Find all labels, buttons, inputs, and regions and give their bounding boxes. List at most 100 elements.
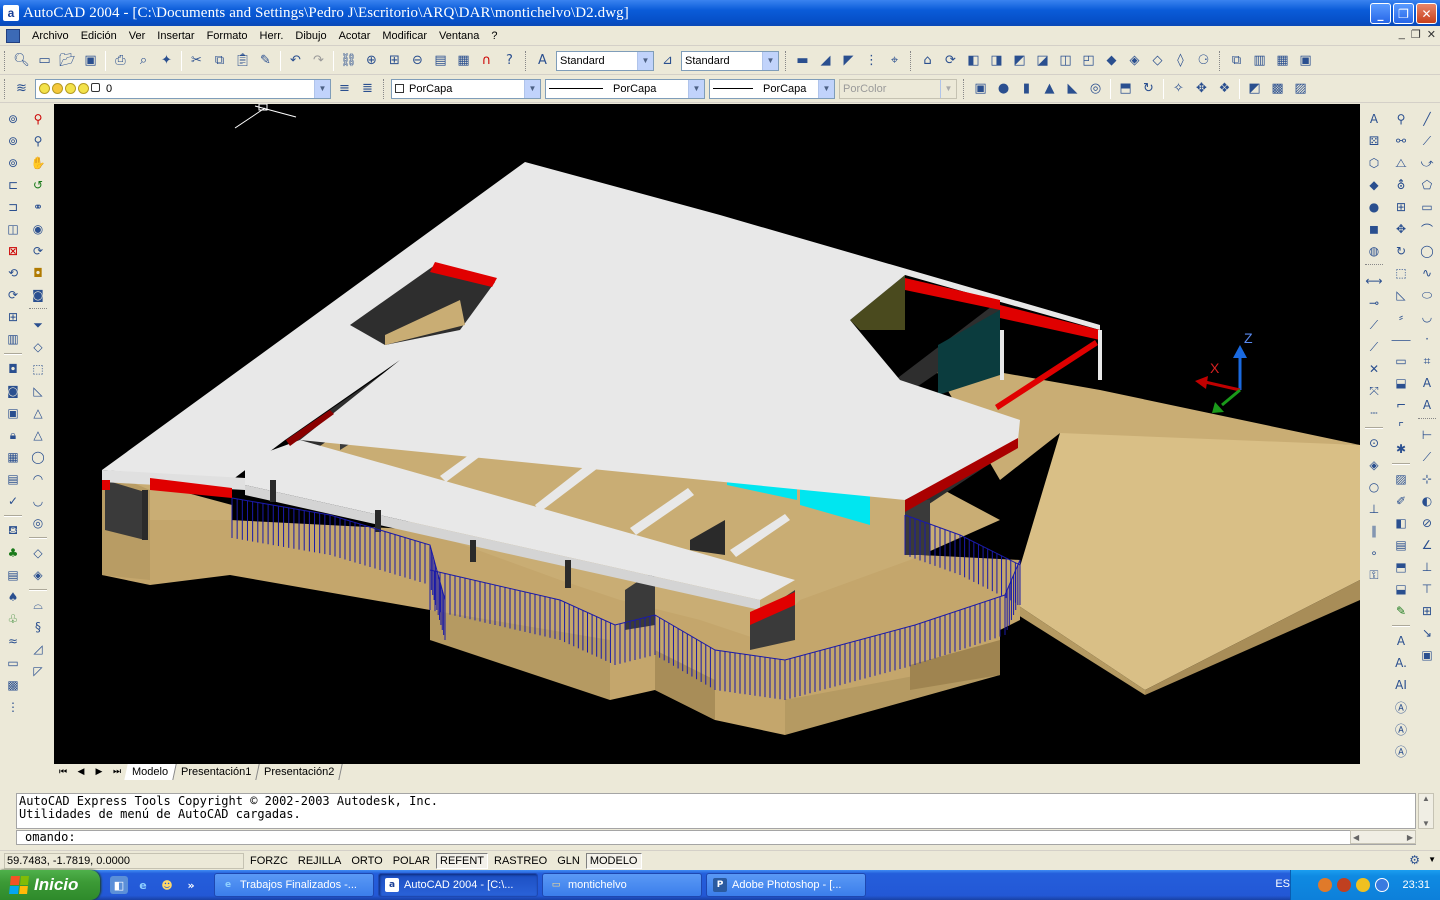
join-icon[interactable]: ⬓ [1390, 373, 1412, 394]
make-current-layer-icon[interactable]: ≡ [334, 78, 356, 100]
fillet-icon[interactable]: ⌜ [1390, 417, 1412, 438]
toggle-gln[interactable]: GLN [553, 853, 584, 869]
chevron-down-icon[interactable]: ▼ [762, 51, 778, 70]
toolbar-grip[interactable] [1219, 50, 1222, 71]
redo-icon[interactable]: ↷ [308, 50, 330, 72]
xline-icon[interactable]: ⊸ [1363, 293, 1385, 314]
toolbar-grip[interactable] [383, 78, 386, 99]
match-properties-icon[interactable]: ✎ [255, 50, 277, 72]
polygon-icon[interactable]: ⬠ [1416, 175, 1438, 196]
dim-baseline-icon[interactable]: ⊤ [1416, 579, 1438, 600]
properties-icon[interactable]: ▤ [430, 50, 452, 72]
arrange-icon[interactable]: ▦ [1272, 50, 1294, 72]
linetype-select[interactable]: PorCapa ▼ [545, 78, 705, 99]
nearest-snap-icon[interactable]: ⚿ [1363, 565, 1385, 586]
dimension-ordinate-icon[interactable]: ⋮ [861, 50, 883, 72]
ucs-z-icon[interactable]: ⊞ [2, 307, 24, 328]
restore-button[interactable]: ❐ [1393, 3, 1414, 24]
scene-icon[interactable]: ▤ [2, 565, 24, 586]
ellipse-icon[interactable]: ⬭ [1416, 285, 1438, 306]
minimize-button[interactable]: _ [1370, 3, 1391, 24]
slice-icon[interactable]: ✓ [2, 491, 24, 512]
zoom-realtime-icon[interactable]: ⊕ [361, 50, 383, 72]
perpendicular-icon[interactable]: ⤧ [1363, 381, 1385, 402]
erase-icon[interactable]: ⚲ [1390, 109, 1412, 130]
dim-diameter-icon[interactable]: ⊘ [1416, 513, 1438, 534]
sphere-wire-icon[interactable]: ◯ [27, 447, 49, 468]
gradient-icon[interactable]: ✐ [1390, 491, 1412, 512]
plot-icon[interactable]: ⎙ [110, 50, 132, 72]
make-block-icon[interactable]: ⌗ [1416, 351, 1438, 372]
task-autocad[interactable]: a AutoCAD 2004 - [C:\... [378, 873, 538, 897]
trim-icon[interactable]: ⸗ [1390, 307, 1412, 328]
tile-icon[interactable]: ▥ [1249, 50, 1271, 72]
right-view-icon[interactable]: ◪ [1032, 50, 1054, 72]
toggle-rejilla[interactable]: REJILLA [294, 853, 345, 869]
cone-wire-icon[interactable]: △ [27, 425, 49, 446]
chevron-down-icon[interactable]: ▼ [314, 79, 330, 98]
find-text-icon[interactable]: Ⓐ [1390, 697, 1412, 718]
sw-iso-icon[interactable]: ◆ [1101, 50, 1123, 72]
zoom-3d-icon[interactable]: ⚲ [27, 131, 49, 152]
text-style-select[interactable]: Standard ▼ [556, 50, 654, 71]
ucs-y-icon[interactable]: ⟳ [2, 285, 24, 306]
back-view-icon[interactable]: ◰ [1078, 50, 1100, 72]
rulesurf-icon[interactable]: ◿ [27, 639, 49, 660]
extend-icon[interactable]: ⸺ [1390, 329, 1412, 350]
circle-snap-icon[interactable]: ⊙ [1363, 433, 1385, 454]
command-scrollbar[interactable]: ▲ ▼ [1418, 793, 1434, 829]
toolbar-grip[interactable] [525, 50, 528, 71]
command-input[interactable]: omando: [16, 830, 1416, 845]
toggle-modelo[interactable]: MODELO [585, 852, 642, 869]
toggle-rastreo[interactable]: RASTREO [490, 853, 551, 869]
nw-iso-icon[interactable]: ◊ [1170, 50, 1192, 72]
dish-icon[interactable]: ◡ [27, 491, 49, 512]
text-style-icon-2[interactable]: Ⓐ [1390, 719, 1412, 740]
image-icon[interactable]: ▩ [2, 675, 24, 696]
plot-preview-icon[interactable]: ⌕ [133, 50, 155, 72]
orbit-icon[interactable]: ⟳ [940, 50, 962, 72]
box-wire-icon[interactable]: ⬚ [27, 359, 49, 380]
dim-style-select[interactable]: Standard ▼ [681, 50, 779, 71]
toolbar-grip[interactable] [4, 50, 7, 71]
cylinder-icon[interactable]: ▮ [1016, 78, 1038, 100]
tray-expand-icon[interactable] [1318, 878, 1333, 892]
box-icon[interactable]: ▣ [970, 78, 992, 100]
parallel-snap-icon[interactable]: ∥ [1363, 521, 1385, 542]
pencil-icon[interactable]: ✎ [1390, 601, 1412, 622]
torus-icon[interactable]: ◎ [1085, 78, 1107, 100]
quick-dim-icon[interactable]: ⊥ [1416, 557, 1438, 578]
render-icon[interactable]: ◩ [1244, 78, 1266, 100]
funnel-icon[interactable]: ⏷ [27, 315, 49, 336]
tray-messenger-icon[interactable] [1356, 878, 1371, 892]
break-icon[interactable]: ▭ [1390, 351, 1412, 372]
background-icon[interactable]: ▭ [2, 653, 24, 674]
menu-edicion[interactable]: Edición [75, 30, 123, 42]
cone-icon[interactable]: ▲ [1039, 78, 1061, 100]
lock-icon[interactable]: 🔒︎ [2, 425, 24, 446]
messenger-icon[interactable]: ☻ [158, 876, 176, 894]
ucs-3point-icon[interactable]: ⊠ [2, 241, 24, 262]
se-iso-icon[interactable]: ◈ [1124, 50, 1146, 72]
chevron-down-icon[interactable]: ▼ [818, 79, 834, 98]
copy-object-icon[interactable]: ⚯ [1390, 131, 1412, 152]
statistics-icon[interactable]: ⋮ [2, 697, 24, 718]
design-center-icon[interactable]: ▦ [453, 50, 475, 72]
move-icon[interactable]: ✥ [1390, 219, 1412, 240]
tab-modelo[interactable]: Modelo [124, 764, 177, 780]
construction-icon[interactable]: ⟋ [1363, 337, 1385, 358]
ucs-world-icon[interactable]: ⊚ [2, 109, 24, 130]
zoom-previous-icon[interactable]: ⊖ [407, 50, 429, 72]
ucs-named-icon[interactable]: ◘ [2, 359, 24, 380]
front-view-icon[interactable]: ◫ [1055, 50, 1077, 72]
menu-ventana[interactable]: Ventana [433, 30, 485, 42]
close-button[interactable]: ✕ [1416, 3, 1437, 24]
dim-style-icon[interactable]: ⊿ [657, 50, 679, 72]
render-box-icon[interactable]: ◙ [27, 285, 49, 306]
mdi-minimize-button[interactable]: _ [1399, 28, 1405, 41]
layer-select[interactable]: 0 ▼ [35, 78, 331, 99]
multiline-text-icon[interactable]: A [1390, 631, 1412, 652]
status-menu-icon[interactable]: ▼ [1428, 855, 1436, 864]
window-list-icon[interactable]: ▣ [1295, 50, 1317, 72]
wireframe-icon[interactable]: ◍ [1363, 241, 1385, 262]
